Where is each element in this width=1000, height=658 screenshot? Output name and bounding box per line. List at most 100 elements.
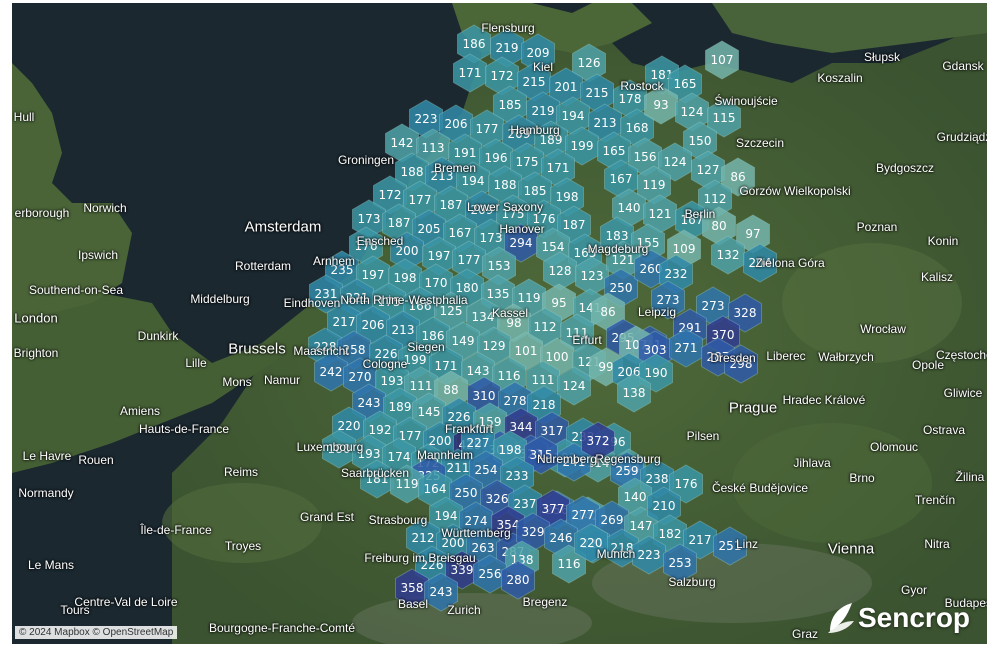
place-label: Salzburg xyxy=(668,575,716,589)
hex-value-label: 242 xyxy=(320,365,343,379)
hex-value-label: 186 xyxy=(463,37,486,51)
hex-value-label: 198 xyxy=(499,443,522,457)
hex-value-label: 219 xyxy=(532,104,555,118)
hex-value-label: 182 xyxy=(659,527,682,541)
hex-value-label: 135 xyxy=(487,287,510,301)
place-label: Gliwice xyxy=(943,386,983,400)
place-label: erborough xyxy=(14,206,70,220)
place-label: Reims xyxy=(223,465,259,479)
hex-value-label: 116 xyxy=(558,557,581,571)
hex-value-label: 232 xyxy=(665,267,688,281)
hex-value-label: 177 xyxy=(476,122,499,136)
hex-value-label: 210 xyxy=(653,499,676,513)
hex-value-label: 128 xyxy=(549,264,572,278)
hex-value-label: 317 xyxy=(541,424,564,438)
place-label: Norwich xyxy=(83,201,127,215)
hex-value-label: 149 xyxy=(452,334,475,348)
hex-value-label: 198 xyxy=(394,271,417,285)
place-label: Ipswich xyxy=(77,248,119,262)
hex-value-label: 132 xyxy=(717,248,740,262)
brand-name: Sencrop xyxy=(858,602,971,633)
hex-value-label: 213 xyxy=(392,323,415,337)
hex-value-label: 253 xyxy=(669,556,692,570)
place-label: Lower Saxony xyxy=(466,200,544,214)
place-label: Nitra xyxy=(924,537,950,551)
hex-value-label: 171 xyxy=(459,66,482,80)
place-label: Wrocław xyxy=(860,322,906,336)
place-label: Gdansk xyxy=(942,59,984,73)
place-label: Hull xyxy=(13,110,35,124)
place-label: Dunkirk xyxy=(137,329,179,343)
map-attribution[interactable]: © 2024 Mapbox © OpenStreetMap xyxy=(15,626,178,639)
hex-value-label: 215 xyxy=(586,86,609,100)
hex-value-label: 113 xyxy=(422,141,445,155)
place-label: Le Havre xyxy=(22,449,72,463)
place-label: Olomouc xyxy=(869,440,919,454)
place-label: Brussels xyxy=(228,340,286,358)
hex-value-label: 171 xyxy=(435,359,458,373)
hex-value-label: 246 xyxy=(550,531,573,545)
hex-value-label: 176 xyxy=(675,477,698,491)
hex-value-label: 209 xyxy=(527,46,550,60)
hex-value-label: 328 xyxy=(734,306,757,320)
place-label: Prague xyxy=(728,399,778,417)
hex-value-label: 277 xyxy=(572,508,595,522)
hex-value-label: 140 xyxy=(618,201,641,215)
hex-value-label: 185 xyxy=(499,98,522,112)
hex-value-label: 194 xyxy=(462,174,485,188)
hex-value-label: 212 xyxy=(412,531,435,545)
place-label: Tours xyxy=(60,603,90,617)
hex-value-label: 259 xyxy=(616,464,639,478)
hex-value-label: 188 xyxy=(401,165,424,179)
hex-value-label: 119 xyxy=(643,178,666,192)
place-label: Bourgogne-Franche-Comté xyxy=(208,621,356,635)
place-label: Erfurt xyxy=(572,333,602,347)
hex-value-label: 156 xyxy=(634,150,657,164)
hex-value-label: 142 xyxy=(391,136,414,150)
hex-value-label: 172 xyxy=(491,69,514,83)
hex-value-label: 109 xyxy=(673,242,696,256)
place-label: Munich xyxy=(596,547,636,561)
hex-value-label: 107 xyxy=(711,53,734,67)
hex-value-label: 197 xyxy=(362,268,385,282)
place-label: London xyxy=(14,310,58,326)
place-label: Linz xyxy=(735,537,759,551)
place-label: Nuremberg xyxy=(536,452,598,466)
place-label: Flensburg xyxy=(481,21,535,35)
hex-value-label: 187 xyxy=(563,218,586,232)
hex-value-label: 167 xyxy=(610,172,633,186)
place-label: Trenčín xyxy=(914,493,956,507)
hex-value-label: 217 xyxy=(689,533,712,547)
place-label: Regensburg xyxy=(595,452,661,466)
place-label: Szczecin xyxy=(735,136,785,150)
hex-value-label: 124 xyxy=(563,379,586,393)
hex-value-label: 218 xyxy=(533,398,556,412)
hex-value-label: 223 xyxy=(415,112,438,126)
place-label: Le Mans xyxy=(27,558,75,572)
hex-value-label: 217 xyxy=(333,315,356,329)
place-label: Gorzów Wielkopolski xyxy=(739,184,851,198)
hex-value-label: 177 xyxy=(458,253,481,267)
hex-value-label: 177 xyxy=(409,193,432,207)
map-canvas[interactable]: 186 219 209 126 107 171 172 215 201 215 178 181 165 1… xyxy=(12,3,987,644)
place-label: North Rhine-Westphalia xyxy=(340,293,468,307)
hex-value-label: 100 xyxy=(546,350,569,364)
hex-value-label: 193 xyxy=(381,374,404,388)
place-label: Rostock xyxy=(620,79,664,93)
place-label: Strasbourg xyxy=(368,513,428,527)
hex-value-label: 170 xyxy=(425,276,448,290)
place-label: Magdeburg xyxy=(587,242,649,256)
hex-value-label: 112 xyxy=(704,192,727,206)
place-label: Namur xyxy=(263,373,301,387)
place-label: Frankfurt xyxy=(444,422,494,436)
hex-value-label: 197 xyxy=(428,249,451,263)
hex-value-label: 167 xyxy=(449,226,472,240)
place-label: Koszalin xyxy=(817,71,863,85)
hex-value-label: 206 xyxy=(362,318,385,332)
place-label: Basel xyxy=(397,597,429,611)
hex-value-label: 271 xyxy=(675,341,698,355)
place-label: Mannheim xyxy=(416,448,474,462)
hex-value-label: 112 xyxy=(534,320,557,334)
hex-value-label: 372 xyxy=(587,434,610,448)
place-label: Rouen xyxy=(78,453,114,467)
